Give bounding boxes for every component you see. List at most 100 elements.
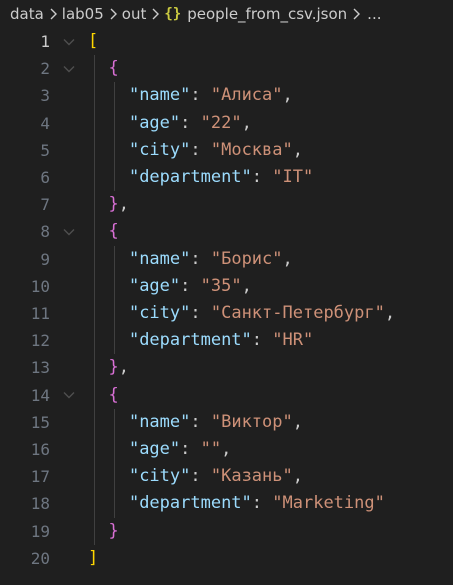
code-token: , [292, 466, 303, 487]
line-number: 5 [40, 140, 50, 160]
code-line[interactable]: 8 { [0, 218, 453, 245]
code-line[interactable]: 20] [0, 545, 453, 572]
code-line[interactable]: 2 { [0, 55, 453, 82]
code-line[interactable]: 3 "name": "Алиса", [0, 82, 453, 109]
code-token: "Алиса" [210, 85, 283, 106]
chevron-right-icon [146, 8, 164, 20]
breadcrumb-item-data[interactable]: data [10, 5, 44, 23]
code-line[interactable]: 11 "city": "Санкт-Петербург", [0, 300, 453, 327]
code-token: , [241, 275, 252, 296]
code-token: "city" [128, 466, 191, 487]
code-token: "Marketing" [272, 493, 385, 514]
line-number: 14 [30, 385, 50, 405]
code-token: "22" [200, 112, 242, 133]
code-token: , [384, 303, 396, 323]
code-text: }, [88, 191, 129, 218]
line-number: 9 [40, 249, 50, 269]
code-text: "city": "Санкт-Петербург", [88, 300, 395, 327]
code-token: : [190, 466, 211, 487]
code-line[interactable]: 14 { [0, 382, 453, 409]
chevron-right-icon [104, 8, 122, 20]
code-line[interactable]: 12 "department": "HR" [0, 327, 453, 354]
breadcrumb-item-out[interactable]: out [122, 5, 147, 23]
breadcrumb-item-lab05[interactable]: lab05 [62, 5, 104, 23]
code-text: { [88, 55, 118, 82]
code-line[interactable]: 10 "age": "35", [0, 273, 453, 300]
code-token: : [180, 275, 201, 296]
line-number: 15 [30, 412, 50, 432]
code-token: , [118, 357, 129, 378]
code-token: { [108, 384, 119, 405]
line-number: 18 [30, 494, 50, 514]
code-line[interactable]: 19 } [0, 518, 453, 545]
code-token: : [190, 248, 211, 269]
code-text: "name": "Алиса", [88, 82, 293, 109]
line-number: 12 [30, 331, 50, 351]
code-text: "department": "Marketing" [88, 490, 385, 517]
code-line[interactable]: 16 "age": "", [0, 436, 453, 463]
code-text: [ [88, 28, 98, 55]
code-token: } [108, 194, 119, 215]
code-token: : [251, 493, 273, 514]
code-token: , [282, 85, 293, 106]
code-token: "department" [128, 330, 252, 351]
line-number: 8 [40, 222, 50, 242]
json-file-icon: {} [164, 6, 182, 22]
line-number: 3 [40, 86, 50, 106]
code-line[interactable]: 18 "department": "Marketing" [0, 490, 453, 517]
code-token: { [108, 221, 119, 242]
code-token: "department" [128, 493, 252, 514]
line-number: 20 [30, 548, 50, 568]
code-token: : [180, 112, 201, 133]
code-token: , [292, 139, 303, 160]
code-line[interactable]: 15 "name": "Виктор", [0, 409, 453, 436]
code-text: { [88, 218, 119, 245]
code-token: : [190, 139, 211, 160]
chevron-down-icon[interactable] [60, 28, 78, 55]
code-line[interactable]: 1[ [0, 28, 453, 55]
chevron-down-icon[interactable] [60, 55, 78, 82]
code-line[interactable]: 4 "age": "22", [0, 110, 453, 137]
breadcrumb-overflow[interactable]: ... [367, 5, 381, 23]
code-token: } [108, 357, 119, 378]
code-line[interactable]: 13 }, [0, 354, 453, 381]
code-token: [ [88, 31, 99, 51]
code-line[interactable]: 7 }, [0, 191, 453, 218]
chevron-down-icon[interactable] [60, 218, 78, 245]
line-number: 4 [40, 113, 50, 133]
code-token: "35" [200, 275, 242, 296]
chevron-down-icon[interactable] [60, 382, 78, 409]
line-number: 2 [40, 59, 50, 79]
code-line[interactable]: 9 "name": "Борис", [0, 246, 453, 273]
breadcrumb-file-name[interactable]: people_from_csv.json [187, 5, 347, 23]
code-text: "department": "HR" [88, 327, 313, 354]
code-token: , [241, 112, 252, 133]
code-text: }, [88, 354, 129, 381]
code-token: "name" [128, 85, 191, 106]
code-text: "name": "Борис", [88, 246, 293, 273]
code-line[interactable]: 6 "department": "IT" [0, 164, 453, 191]
editor-window: data lab05 out {} people_from_csv.json .… [0, 0, 453, 585]
code-text: "age": "22", [88, 110, 252, 137]
code-line[interactable]: 5 "city": "Москва", [0, 137, 453, 164]
code-line[interactable]: 17 "city": "Казань", [0, 463, 453, 490]
code-token: "HR" [272, 330, 314, 351]
code-text: { [88, 382, 119, 409]
code-token: "age" [128, 275, 181, 296]
line-number: 1 [40, 32, 50, 51]
code-editor[interactable]: 1[2 {3 "name": "Алиса", 4 "age": "22", 5 "… [0, 28, 453, 585]
code-token: "Санкт-Петербург" [210, 303, 385, 323]
code-text: "age": "", [88, 436, 231, 463]
code-token: ] [88, 547, 99, 568]
